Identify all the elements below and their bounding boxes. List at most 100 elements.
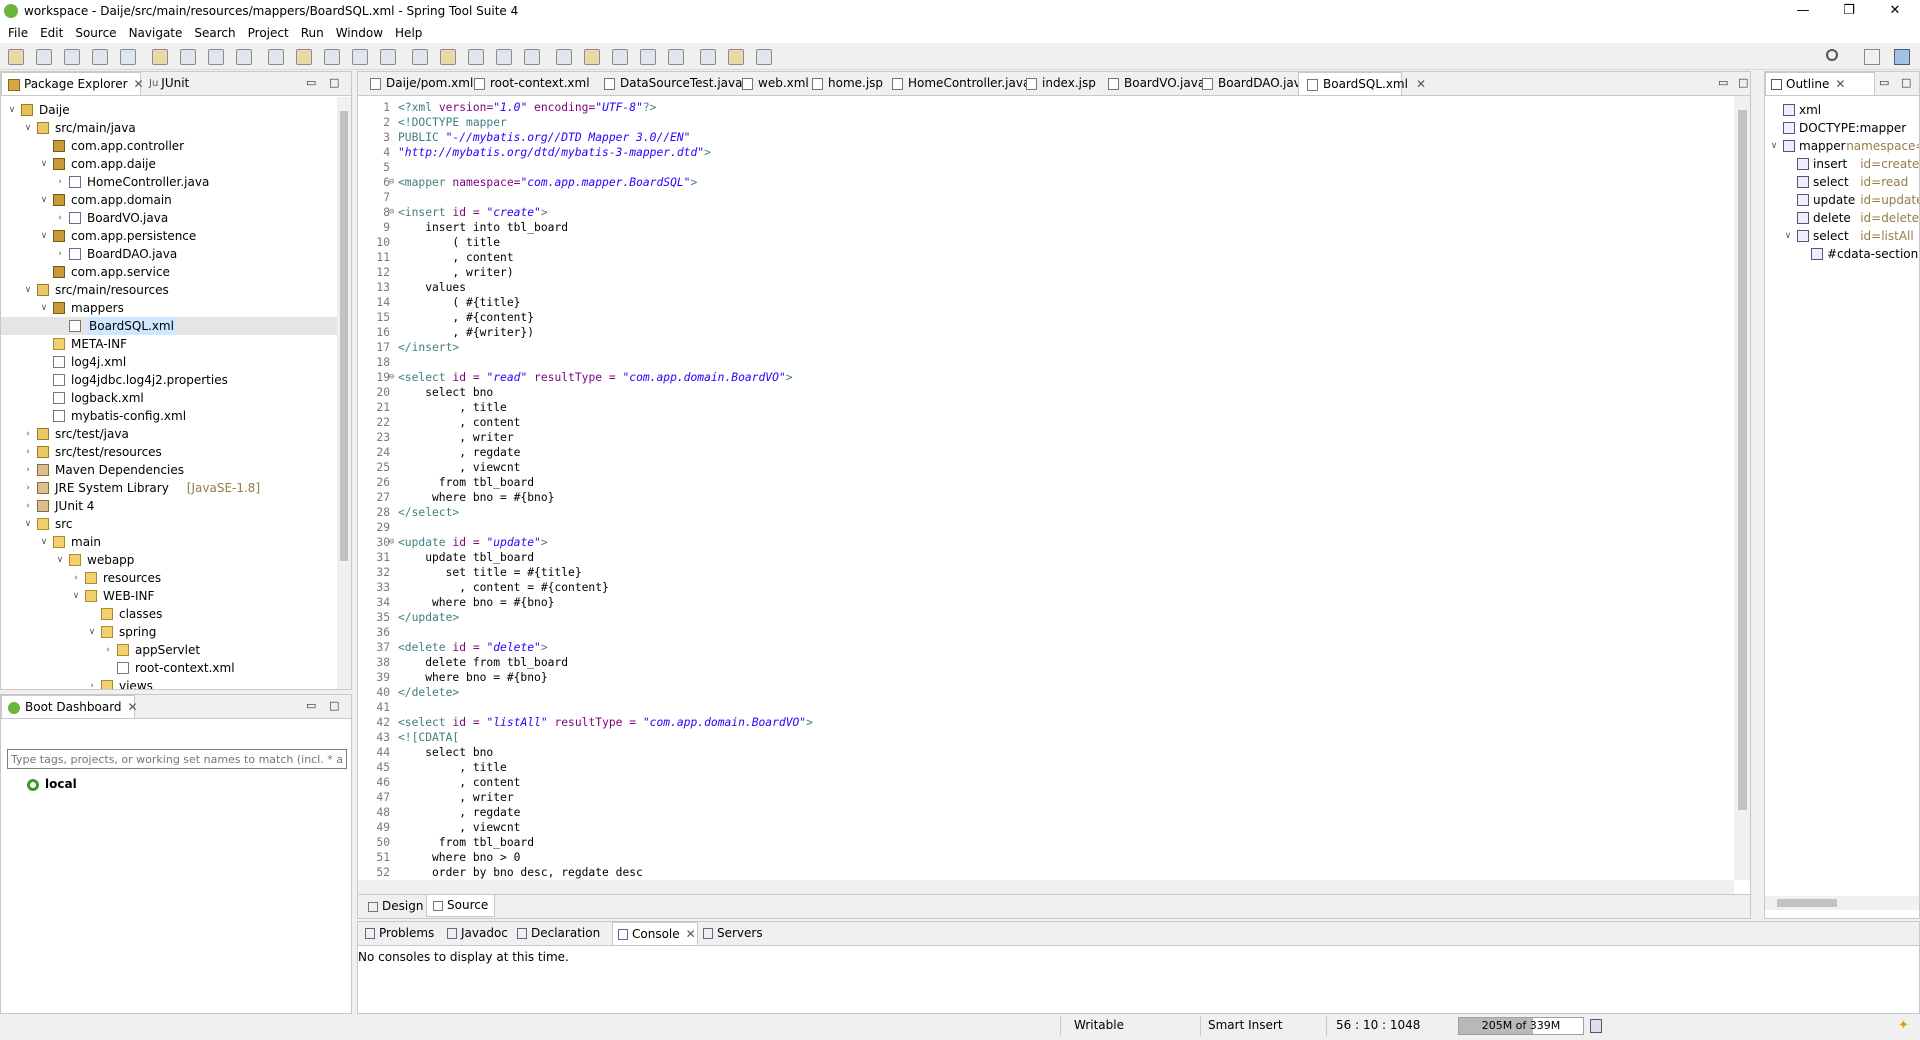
spring-boot-icon[interactable] <box>208 49 224 65</box>
tree-item[interactable]: ∨ com.app.domain <box>1 191 337 209</box>
outline-item[interactable]: xml <box>1765 101 1919 119</box>
editor-tab[interactable]: root-context.xml <box>466 72 596 95</box>
editor-horizontal-scrollbar[interactable] <box>358 880 1734 894</box>
console-icon[interactable] <box>152 49 168 65</box>
tab-problems[interactable]: Problems <box>360 922 442 945</box>
tree-item[interactable]: root-context.xml <box>1 659 337 677</box>
save-icon[interactable] <box>36 49 52 65</box>
xml-source-editor[interactable]: 1 <?xml version="1.0" encoding="UTF-8"?> 2… <box>358 96 1734 880</box>
expand-down-icon[interactable]: ∨ <box>87 623 97 641</box>
outline-item[interactable]: DOCTYPE:mapper <box>1765 119 1919 137</box>
tab-source[interactable]: Source <box>426 895 496 917</box>
java-ee-perspective-icon[interactable] <box>1894 49 1910 65</box>
minimize-icon[interactable]: ▭ <box>1718 76 1728 89</box>
tab-console[interactable]: Console ✕ <box>612 922 698 945</box>
outline-item[interactable]: update id=update <box>1765 191 1919 209</box>
debug-icon[interactable] <box>268 49 284 65</box>
scrollbar-thumb[interactable] <box>1777 899 1837 907</box>
expand-right-icon[interactable]: › <box>23 443 33 461</box>
editor-tab[interactable]: Daije/pom.xml <box>362 72 473 95</box>
editor-vertical-scrollbar[interactable] <box>1734 96 1750 880</box>
expand-right-icon[interactable]: › <box>55 173 65 191</box>
expand-down-icon[interactable]: ∨ <box>23 119 33 137</box>
editor-tab[interactable]: BoardVO.java <box>1100 72 1205 95</box>
open-task-icon[interactable] <box>524 49 540 65</box>
maximize-button[interactable]: ❐ <box>1826 0 1872 22</box>
outline-item[interactable]: delete id=delete <box>1765 209 1919 227</box>
maximize-icon[interactable]: □ <box>1901 76 1911 89</box>
expand-down-icon[interactable]: ∨ <box>39 533 49 551</box>
properties-icon[interactable] <box>120 49 136 65</box>
tree-item[interactable]: log4jdbc.log4j2.properties <box>1 371 337 389</box>
tip-bulb-icon[interactable]: ✦ <box>1898 1018 1909 1033</box>
expand-down-icon[interactable]: ∨ <box>23 515 33 533</box>
close-icon[interactable]: ✕ <box>128 700 138 714</box>
print-icon[interactable] <box>92 49 108 65</box>
menu-file[interactable]: File <box>2 26 34 40</box>
tree-item[interactable]: ∨ src <box>1 515 337 533</box>
expand-down-icon[interactable]: ∨ <box>55 551 65 569</box>
maximize-icon[interactable]: □ <box>329 76 339 89</box>
status-insert-mode[interactable]: Smart Insert <box>1208 1014 1283 1036</box>
tree-item[interactable]: ∨ spring <box>1 623 337 641</box>
close-icon[interactable]: ✕ <box>134 77 144 91</box>
expand-right-icon[interactable]: › <box>55 209 65 227</box>
tree-item[interactable]: › src/test/resources <box>1 443 337 461</box>
tree-item[interactable]: META-INF <box>1 335 337 353</box>
editor-tab[interactable]: index.jsp <box>1018 72 1100 95</box>
tree-item[interactable]: ∨ src/main/java <box>1 119 337 137</box>
expand-down-icon[interactable]: ∨ <box>1783 227 1793 245</box>
menu-run[interactable]: Run <box>295 26 330 40</box>
tree-item[interactable]: ∨ Daije <box>1 101 337 119</box>
close-icon[interactable]: ✕ <box>686 927 696 941</box>
tab-outline[interactable]: Outline ✕ <box>1765 72 1875 95</box>
tree-item[interactable]: › Maven Dependencies <box>1 461 337 479</box>
scrollbar-thumb[interactable] <box>1738 110 1747 810</box>
heap-status[interactable]: 205M of 339M <box>1458 1017 1584 1035</box>
outline-item[interactable]: select id=read <box>1765 173 1919 191</box>
close-icon[interactable]: ✕ <box>1835 77 1845 91</box>
tree-item[interactable]: ∨ main <box>1 533 337 551</box>
tab-boot-dashboard[interactable]: Boot Dashboard ✕ <box>1 695 138 718</box>
tree-item[interactable]: com.app.service <box>1 263 337 281</box>
tree-item[interactable]: logback.xml <box>1 389 337 407</box>
expand-right-icon[interactable]: › <box>23 497 33 515</box>
expand-down-icon[interactable]: ∨ <box>39 155 49 173</box>
expand-right-icon[interactable]: › <box>87 677 97 689</box>
outline-item[interactable]: #cdata-section <box>1765 245 1919 263</box>
toggle-mark-icon[interactable] <box>584 49 600 65</box>
menu-search[interactable]: Search <box>188 26 241 40</box>
tree-item[interactable]: ∨ src/main/resources <box>1 281 337 299</box>
tab-servers[interactable]: Servers <box>698 922 768 945</box>
outline-horizontal-scrollbar[interactable] <box>1765 896 1919 910</box>
tree-item[interactable]: mybatis-config.xml <box>1 407 337 425</box>
last-edit-icon[interactable] <box>668 49 684 65</box>
expand-right-icon[interactable]: › <box>55 245 65 263</box>
expand-down-icon[interactable]: ∨ <box>39 227 49 245</box>
menu-edit[interactable]: Edit <box>34 26 69 40</box>
outline-item[interactable]: ∨ select id=listAll <box>1765 227 1919 245</box>
tree-item[interactable]: classes <box>1 605 337 623</box>
expand-down-icon[interactable]: ∨ <box>39 299 49 317</box>
tab-design[interactable]: Design <box>362 896 429 917</box>
tree-item[interactable]: log4j.xml <box>1 353 337 371</box>
expand-right-icon[interactable]: › <box>71 569 81 587</box>
skip-breakpoints-icon[interactable] <box>180 49 196 65</box>
maximize-icon[interactable]: □ <box>1738 76 1748 89</box>
stop-icon[interactable] <box>352 49 368 65</box>
fold-collapse-icon[interactable]: ⊖ <box>389 175 394 190</box>
refresh-icon[interactable] <box>236 49 252 65</box>
tree-item[interactable]: BoardSQL.xml <box>1 317 337 335</box>
previous-annotation-icon[interactable] <box>640 49 656 65</box>
editor-tab[interactable]: DataSourceTest.java <box>596 72 742 95</box>
new-boot-project-icon[interactable] <box>468 49 484 65</box>
open-type-icon[interactable] <box>496 49 512 65</box>
save-all-icon[interactable] <box>64 49 80 65</box>
search-icon[interactable] <box>556 49 572 65</box>
fold-collapse-icon[interactable]: ⊖ <box>389 205 394 220</box>
minimize-icon[interactable]: ▭ <box>306 699 316 712</box>
tree-item[interactable]: ∨ webapp <box>1 551 337 569</box>
minimize-icon[interactable]: ▭ <box>1879 76 1889 89</box>
tab-javadoc[interactable]: Javadoc <box>442 922 512 945</box>
expand-down-icon[interactable]: ∨ <box>7 101 17 119</box>
